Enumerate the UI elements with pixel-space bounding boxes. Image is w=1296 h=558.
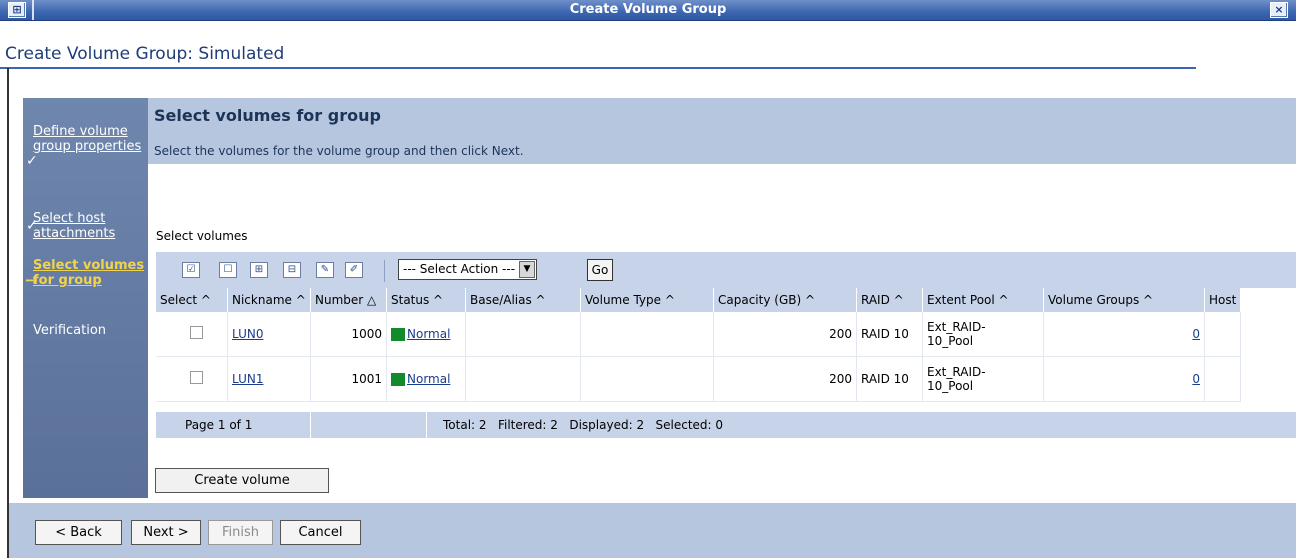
volume-type-cell <box>580 312 714 357</box>
host-cell <box>1204 356 1242 402</box>
status-link[interactable]: Normal <box>407 372 450 386</box>
raid-cell: RAID 10 <box>856 312 923 357</box>
extent-pool-cell: Ext_RAID- 10_Pool <box>922 356 1044 402</box>
volume-groups-link[interactable]: 0 <box>1192 372 1200 386</box>
host-cell <box>1204 312 1242 357</box>
finish-button: Finish <box>208 520 273 545</box>
volume-groups-link[interactable]: 0 <box>1192 327 1200 341</box>
window-title-bar: ⊞ Create Volume Group × <box>0 0 1296 21</box>
volume-groups-cell: 0 <box>1043 312 1205 357</box>
toolbar-divider <box>384 260 385 282</box>
window-title: Create Volume Group <box>569 2 727 17</box>
nickname-link[interactable]: LUN0 <box>232 327 263 341</box>
status-cell: Normal <box>386 312 466 357</box>
select-cell <box>156 356 228 402</box>
show-filter-icon[interactable]: ⊞ <box>250 262 268 278</box>
wizard-step-label[interactable]: Select host attachments <box>33 211 147 241</box>
capacity-cell: 200 <box>713 312 857 357</box>
column-header-status[interactable]: Status ^ <box>386 288 466 312</box>
table-toolbar: ☑ ☐ ⊞ ⊟ ✎ ✐ --- Select Action --- ▼ Go <box>156 252 1296 288</box>
wizard-step-label: Verification <box>33 323 107 338</box>
row-select-checkbox[interactable] <box>190 371 203 384</box>
table-header-row: Select ^ Nickname ^ Number △ Status ^ Ba… <box>156 288 1242 312</box>
column-header-base-alias[interactable]: Base/Alias ^ <box>465 288 581 312</box>
chevron-down-icon[interactable]: ▼ <box>519 261 535 278</box>
volume-groups-cell: 0 <box>1043 356 1205 402</box>
row-select-checkbox[interactable] <box>190 326 203 339</box>
wizard-step-verification: Verification <box>23 323 148 341</box>
page-indicator: Page 1 of 1 <box>185 418 253 432</box>
extent-pool-line: Ext_RAID- <box>927 320 986 334</box>
wizard-step-label[interactable]: Select volumes for group <box>33 258 145 288</box>
wizard-button-bar <box>9 503 1296 558</box>
wizard-steps-panel: ✓ Define volume group properties ✓ Selec… <box>23 98 148 498</box>
go-button[interactable]: Go <box>587 259 613 281</box>
column-header-extent-pool[interactable]: Extent Pool ^ <box>922 288 1044 312</box>
base-alias-cell <box>465 312 581 357</box>
next-button[interactable]: Next > <box>131 520 201 545</box>
number-cell: 1000 <box>310 312 387 357</box>
back-button[interactable]: < Back <box>35 520 122 545</box>
deselect-all-icon[interactable]: ☐ <box>219 262 237 278</box>
wizard-step-select-volumes[interactable]: → Select volumes for group <box>23 258 148 308</box>
step-header: Select volumes for group Select the volu… <box>148 98 1296 164</box>
table-row: LUN0 1000 Normal 200 RAID 10 Ext_RAID- 10… <box>156 312 1242 357</box>
checkmark-icon: ✓ <box>26 153 38 169</box>
base-alias-cell <box>465 356 581 402</box>
extent-pool-line: 10_Pool <box>927 379 974 393</box>
table-row: LUN1 1001 Normal 200 RAID 10 Ext_RAID- 10… <box>156 356 1242 402</box>
wizard-step-define-properties[interactable]: ✓ Define volume group properties <box>23 124 148 200</box>
wizard-step-host-attachments[interactable]: ✓ Select host attachments <box>23 211 148 245</box>
select-action-dropdown[interactable]: --- Select Action --- ▼ <box>398 259 537 280</box>
volumes-table: Select ^ Nickname ^ Number △ Status ^ Ba… <box>156 288 1242 402</box>
status-normal-icon <box>391 373 405 386</box>
extent-pool-line: Ext_RAID- <box>927 365 986 379</box>
wizard-step-label[interactable]: Define volume group properties <box>33 124 143 154</box>
clear-filter-icon[interactable]: ⊟ <box>283 262 301 278</box>
column-header-capacity[interactable]: Capacity (GB) ^ <box>713 288 857 312</box>
status-cell: Normal <box>386 356 466 402</box>
step-title: Select volumes for group <box>154 106 381 125</box>
close-icon[interactable]: × <box>1270 2 1288 18</box>
column-header-host[interactable]: Host <box>1204 288 1242 312</box>
nickname-cell: LUN1 <box>227 356 311 402</box>
footer-divider <box>310 412 311 438</box>
table-footer: Page 1 of 1 Total: 2 Filtered: 2 Display… <box>156 412 1296 438</box>
status-normal-icon <box>391 328 405 341</box>
nickname-link[interactable]: LUN1 <box>232 372 263 386</box>
status-link[interactable]: Normal <box>407 327 450 341</box>
capacity-cell: 200 <box>713 356 857 402</box>
column-header-volume-groups[interactable]: Volume Groups ^ <box>1043 288 1205 312</box>
step-description: Select the volumes for the volume group … <box>154 144 524 158</box>
edit-sort-icon[interactable]: ✎ <box>316 262 334 278</box>
extent-pool-line: 10_Pool <box>927 334 974 348</box>
table-totals: Total: 2 Filtered: 2 Displayed: 2 Select… <box>443 418 724 432</box>
raid-cell: RAID 10 <box>856 356 923 402</box>
footer-divider <box>426 412 427 438</box>
frame-border <box>7 68 9 558</box>
column-header-volume-type[interactable]: Volume Type ^ <box>580 288 714 312</box>
volume-type-cell <box>580 356 714 402</box>
number-cell: 1001 <box>310 356 387 402</box>
column-header-number[interactable]: Number △ <box>310 288 387 312</box>
nickname-cell: LUN0 <box>227 312 311 357</box>
select-cell <box>156 312 228 357</box>
heading-divider <box>0 67 1196 69</box>
select-all-icon[interactable]: ☑ <box>182 262 200 278</box>
clear-sort-icon[interactable]: ✐ <box>345 262 363 278</box>
cancel-button[interactable]: Cancel <box>280 520 361 545</box>
create-volume-button[interactable]: Create volume <box>155 468 329 493</box>
column-header-raid[interactable]: RAID ^ <box>856 288 923 312</box>
extent-pool-cell: Ext_RAID- 10_Pool <box>922 312 1044 357</box>
column-header-select[interactable]: Select ^ <box>156 288 228 312</box>
select-action-value: --- Select Action --- <box>403 262 516 276</box>
column-header-nickname[interactable]: Nickname ^ <box>227 288 311 312</box>
select-volumes-label: Select volumes <box>156 229 248 243</box>
page-title: Create Volume Group: Simulated <box>5 44 285 64</box>
